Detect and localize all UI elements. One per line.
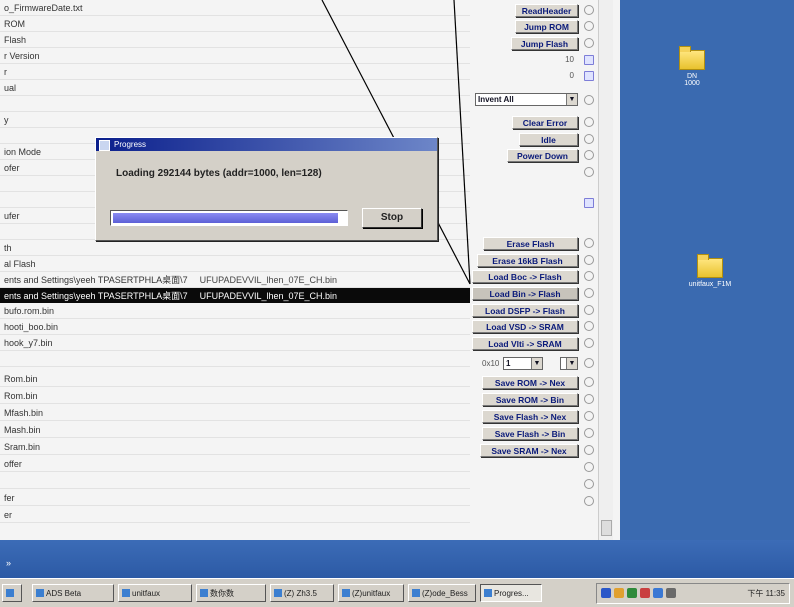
desktop: DN 1000 unitfaux_F1M — [620, 0, 794, 540]
list-item[interactable] — [0, 473, 470, 489]
refresh-icon[interactable] — [584, 479, 594, 489]
load-dsfp-flash-button[interactable]: Load DSFP -> Flash — [472, 304, 578, 317]
refresh-icon[interactable] — [584, 462, 594, 472]
network-icon[interactable] — [601, 588, 611, 598]
volume-icon[interactable] — [614, 588, 624, 598]
progress-bar — [110, 210, 348, 226]
taskbar-item[interactable]: ADS Beta — [32, 584, 114, 602]
folder-icon — [697, 254, 723, 278]
list-item[interactable]: Sram.bin — [0, 439, 470, 455]
app-icon — [122, 589, 130, 597]
refresh-icon[interactable] — [584, 321, 594, 331]
list-item-label: hook_y7.bin — [4, 338, 53, 348]
device2-label: 0x10 — [482, 359, 500, 368]
list-item[interactable]: hook_y7.bin — [0, 335, 470, 351]
list-item[interactable]: fer — [0, 490, 470, 506]
list-item-label: bufo.rom.bin — [4, 306, 55, 316]
list-item[interactable]: hooti_boo.bin — [0, 319, 470, 335]
desktop-icon-folder-1[interactable]: DN 1000 — [672, 46, 712, 87]
refresh-icon[interactable] — [584, 445, 594, 455]
taskbar-item-label: ADS Beta — [46, 589, 82, 598]
refresh-icon[interactable] — [584, 338, 594, 348]
refresh-icon[interactable] — [584, 428, 594, 438]
list-item[interactable]: Rom.bin — [0, 371, 470, 387]
clock[interactable]: 下午 11:35 — [747, 588, 785, 599]
device3-select[interactable]: ▼ — [560, 357, 578, 370]
refresh-icon[interactable] — [584, 377, 594, 387]
app-icon — [484, 589, 492, 597]
taskbar-item-label: unitfaux — [132, 589, 161, 598]
refresh-icon[interactable] — [584, 411, 594, 421]
display-icon[interactable] — [653, 588, 663, 598]
app-icon — [274, 589, 282, 597]
app-icon — [412, 589, 420, 597]
list-item-label: Mash.bin — [4, 425, 41, 435]
app-icon — [200, 589, 208, 597]
save-rom-nex-button[interactable]: Save ROM -> Nex — [482, 376, 578, 389]
taskbar-item-label: (Z)unitfaux — [352, 589, 391, 598]
scroll-thumb[interactable] — [601, 520, 612, 536]
window-icon — [99, 140, 110, 151]
list-item-label: Sram.bin — [4, 442, 41, 452]
taskbar-item-label: (Z) Zh3.5 — [284, 589, 317, 598]
chevron-down-icon[interactable]: ▼ — [566, 358, 577, 369]
refresh-icon[interactable] — [584, 496, 594, 506]
taskbar-item-label: (Z)ode_Bess — [422, 589, 468, 598]
list-item[interactable]: bufo.rom.bin — [0, 303, 470, 319]
progress-dialog: Progress Loading 292144 bytes (addr=1000… — [95, 137, 438, 241]
taskbar: ADS Beta unitfaux 数你数 (Z) Zh3.5 (Z)unitfaux (… — [0, 578, 794, 607]
load-vlti-sram-button[interactable]: Load Vlti -> SRAM — [472, 337, 578, 350]
ime-icon[interactable] — [666, 588, 676, 598]
taskbar-item[interactable]: 数你数 — [196, 584, 266, 602]
desktop-icon-label: unitfaux_F1M — [688, 281, 732, 288]
dialog-title-bar[interactable]: Progress — [96, 138, 437, 151]
list-item-label: fer — [4, 493, 15, 503]
list-item-label: Rom.bin — [4, 391, 38, 401]
save-flash-nex-button[interactable]: Save Flash -> Nex — [482, 410, 578, 423]
list-item-label: Mfash.bin — [4, 408, 44, 418]
list-item-label: er — [4, 510, 13, 520]
desktop-icon-folder-2[interactable]: unitfaux_F1M — [680, 254, 740, 288]
save-sram-nex-button[interactable]: Save SRAM -> Nex — [480, 444, 578, 457]
app-icon — [36, 589, 44, 597]
security-icon[interactable] — [627, 588, 637, 598]
refresh-icon[interactable] — [584, 358, 594, 368]
alert-icon[interactable] — [640, 588, 650, 598]
taskbar-item-label: 数你数 — [210, 589, 234, 598]
refresh-icon[interactable] — [584, 305, 594, 315]
list-item[interactable]: offer — [0, 456, 470, 472]
device2-select[interactable]: 1 ▼ — [503, 357, 543, 370]
taskbar-item[interactable]: (Z) Zh3.5 — [270, 584, 334, 602]
desktop-strip: » — [0, 540, 794, 578]
dialog-title: Progress — [114, 140, 147, 149]
save-flash-bin-button[interactable]: Save Flash -> Bin — [482, 427, 578, 440]
taskbar-item[interactable]: (Z)unitfaux — [338, 584, 404, 602]
stop-button[interactable]: Stop — [362, 208, 422, 228]
refresh-icon[interactable] — [584, 394, 594, 404]
desktop-icon-label: DN 1000 — [684, 73, 700, 87]
chevron-down-icon[interactable]: ▼ — [531, 358, 542, 369]
list-item-label: hooti_boo.bin — [4, 322, 59, 332]
app-icon — [342, 589, 350, 597]
system-tray: 下午 11:35 — [596, 583, 790, 604]
list-item[interactable]: er — [0, 507, 470, 523]
expand-arrow[interactable]: » — [6, 558, 11, 568]
load-vsd-sram-button[interactable]: Load VSD -> SRAM — [472, 320, 578, 333]
taskbar-item[interactable]: unitfaux — [118, 584, 192, 602]
taskbar-item[interactable]: Progres... — [480, 584, 542, 602]
list-item[interactable]: Mash.bin — [0, 422, 470, 438]
list-item-label: Rom.bin — [4, 374, 38, 384]
progress-fill — [113, 213, 339, 223]
save-rom-bin-button[interactable]: Save ROM -> Bin — [482, 393, 578, 406]
list-item[interactable]: Mfash.bin — [0, 405, 470, 421]
start-button[interactable] — [2, 584, 22, 602]
taskbar-item-label: Progres... — [494, 589, 529, 598]
list-item[interactable]: Rom.bin — [0, 388, 470, 404]
folder-icon — [679, 46, 705, 70]
list-item[interactable] — [0, 351, 470, 367]
loading-message: Loading 292144 bytes (addr=1000, len=128… — [116, 168, 322, 179]
windows-logo-icon — [6, 589, 14, 597]
taskbar-item[interactable]: (Z)ode_Bess — [408, 584, 476, 602]
list-item-label: offer — [4, 459, 22, 469]
